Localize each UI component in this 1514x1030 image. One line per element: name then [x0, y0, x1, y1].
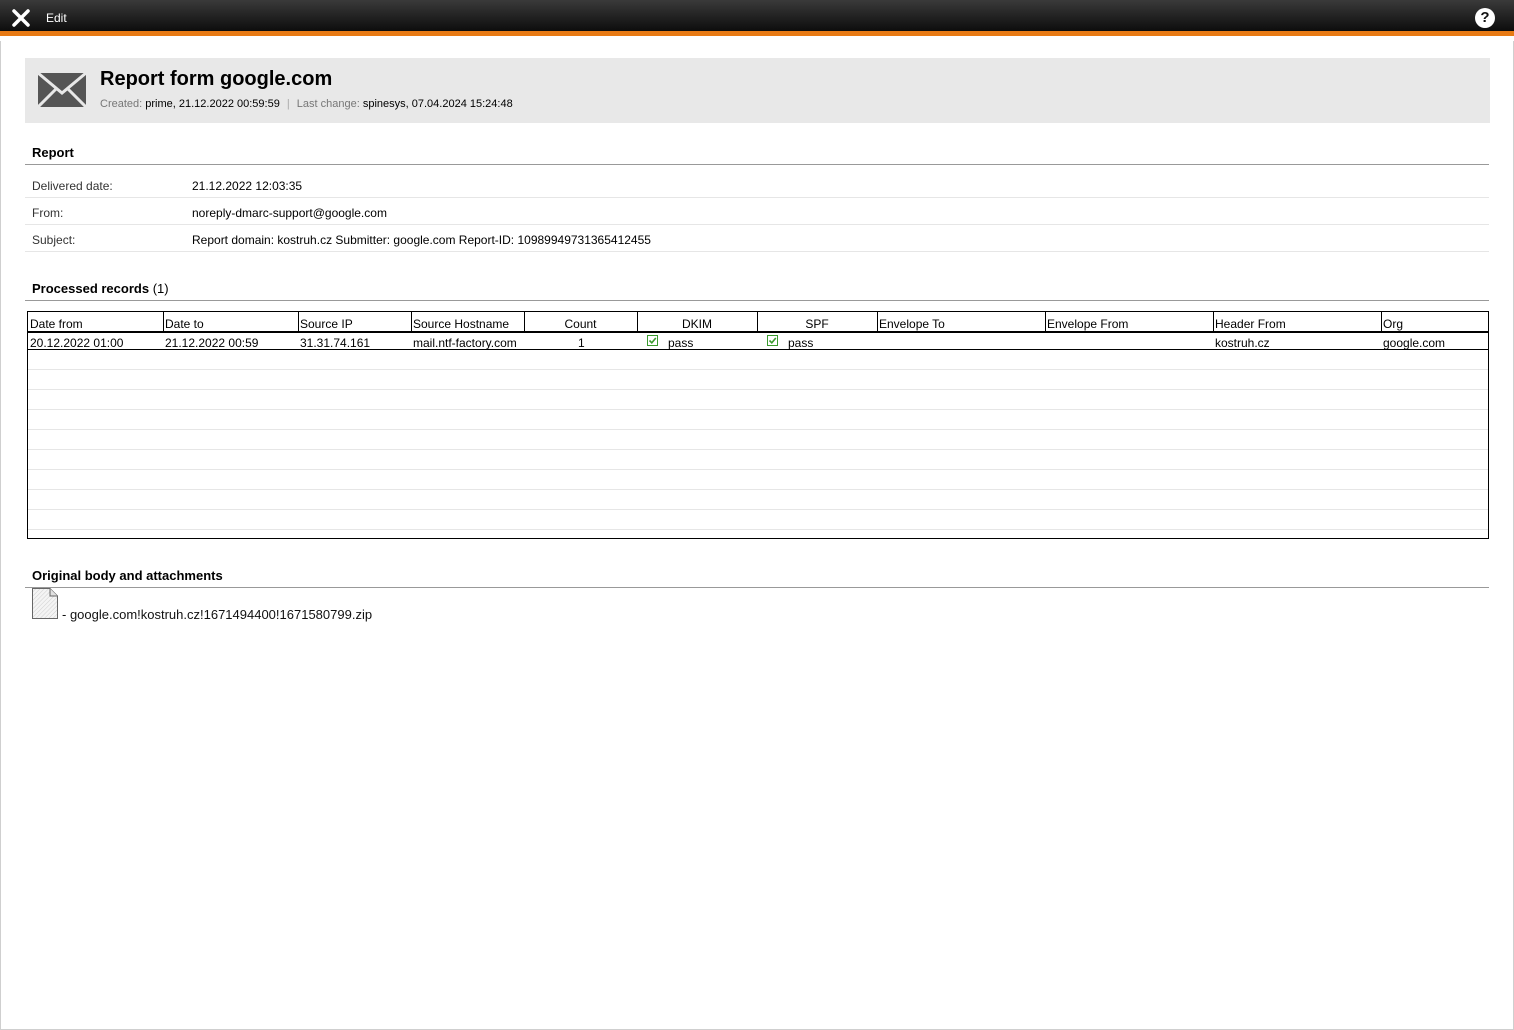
- record-meta: Created: prime, 21.12.2022 00:59:59 | La…: [100, 98, 513, 110]
- edit-label: Edit: [46, 11, 67, 25]
- section-title-report: Report: [25, 145, 1489, 165]
- grid-header: Date from Date to Source IP Source Hostn…: [28, 312, 1488, 333]
- column-header-envelope-from[interactable]: Envelope From: [1045, 312, 1214, 333]
- empty-row: [28, 470, 1488, 490]
- empty-row: [28, 450, 1488, 470]
- field-value: Report domain: kostruh.cz Submitter: goo…: [192, 233, 651, 247]
- column-header-source-ip[interactable]: Source IP: [298, 312, 412, 333]
- created-value: prime, 21.12.2022 00:59:59: [145, 98, 280, 110]
- meta-separator: |: [286, 98, 290, 110]
- field-label: From:: [32, 206, 64, 220]
- cell-source-ip: 31.31.74.161: [300, 336, 371, 350]
- last-change-label: Last change:: [296, 98, 360, 110]
- section-title-processed-records: Processed records (1): [25, 281, 1489, 301]
- empty-row: [28, 490, 1488, 510]
- field-label: Subject:: [32, 233, 76, 247]
- column-header-source-hostname[interactable]: Source Hostname: [411, 312, 525, 333]
- close-icon[interactable]: [10, 7, 32, 29]
- spf-check-icon: [767, 335, 778, 346]
- empty-row: [28, 390, 1488, 410]
- records-grid: Date from Date to Source IP Source Hostn…: [27, 311, 1489, 539]
- dkim-check-icon: [647, 335, 658, 346]
- column-header-envelope-to[interactable]: Envelope To: [877, 312, 1046, 333]
- column-header-header-from[interactable]: Header From: [1213, 312, 1382, 333]
- empty-row: [28, 430, 1488, 450]
- created-label: Created:: [100, 98, 143, 110]
- section-title-label: Processed records: [32, 281, 150, 296]
- column-header-spf[interactable]: SPF: [757, 312, 878, 333]
- cell-org: google.com: [1383, 336, 1446, 350]
- field-row-from: From: noreply-dmarc-support@google.com: [25, 198, 1489, 225]
- cell-count: 1: [578, 336, 585, 350]
- column-header-date-to[interactable]: Date to: [163, 312, 299, 333]
- file-icon: [32, 588, 58, 622]
- field-label: Delivered date:: [32, 179, 113, 193]
- last-change-value: spinesys, 07.04.2024 15:24:48: [362, 98, 513, 110]
- empty-row: [28, 510, 1488, 530]
- column-header-count[interactable]: Count: [524, 312, 638, 333]
- cell-source-hostname: mail.ntf-factory.com: [413, 336, 517, 350]
- top-bar: Edit ?: [0, 0, 1514, 36]
- page-title: Report form google.com: [100, 68, 333, 90]
- empty-row: [28, 370, 1488, 390]
- cell-date-from: 20.12.2022 01:00: [30, 336, 124, 350]
- envelope-icon: [36, 71, 88, 111]
- column-header-date-from[interactable]: Date from: [28, 312, 164, 333]
- field-row-delivered-date: Delivered date: 21.12.2022 12:03:35: [25, 171, 1489, 198]
- help-icon[interactable]: ?: [1475, 8, 1495, 28]
- cell-date-to: 21.12.2022 00:59: [165, 336, 259, 350]
- attachment-file-link[interactable]: - google.com!kostruh.cz!1671494400!16715…: [62, 607, 372, 622]
- empty-row: [28, 350, 1488, 370]
- field-row-subject: Subject: Report domain: kostruh.cz Submi…: [25, 225, 1489, 252]
- cell-dkim: pass: [668, 336, 694, 350]
- field-value: noreply-dmarc-support@google.com: [192, 206, 387, 220]
- empty-row: [28, 410, 1488, 430]
- section-title-attachments: Original body and attachments: [25, 568, 1489, 588]
- cell-spf: pass: [788, 336, 814, 350]
- table-row[interactable]: 20.12.2022 01:00 21.12.2022 00:59 31.31.…: [28, 333, 1488, 350]
- column-header-org[interactable]: Org: [1381, 312, 1488, 333]
- column-header-dkim[interactable]: DKIM: [637, 312, 758, 333]
- record-header: Report form google.com Created: prime, 2…: [25, 58, 1490, 123]
- field-value: 21.12.2022 12:03:35: [192, 179, 303, 193]
- cell-header-from: kostruh.cz: [1215, 336, 1270, 350]
- records-count: (1): [152, 281, 169, 296]
